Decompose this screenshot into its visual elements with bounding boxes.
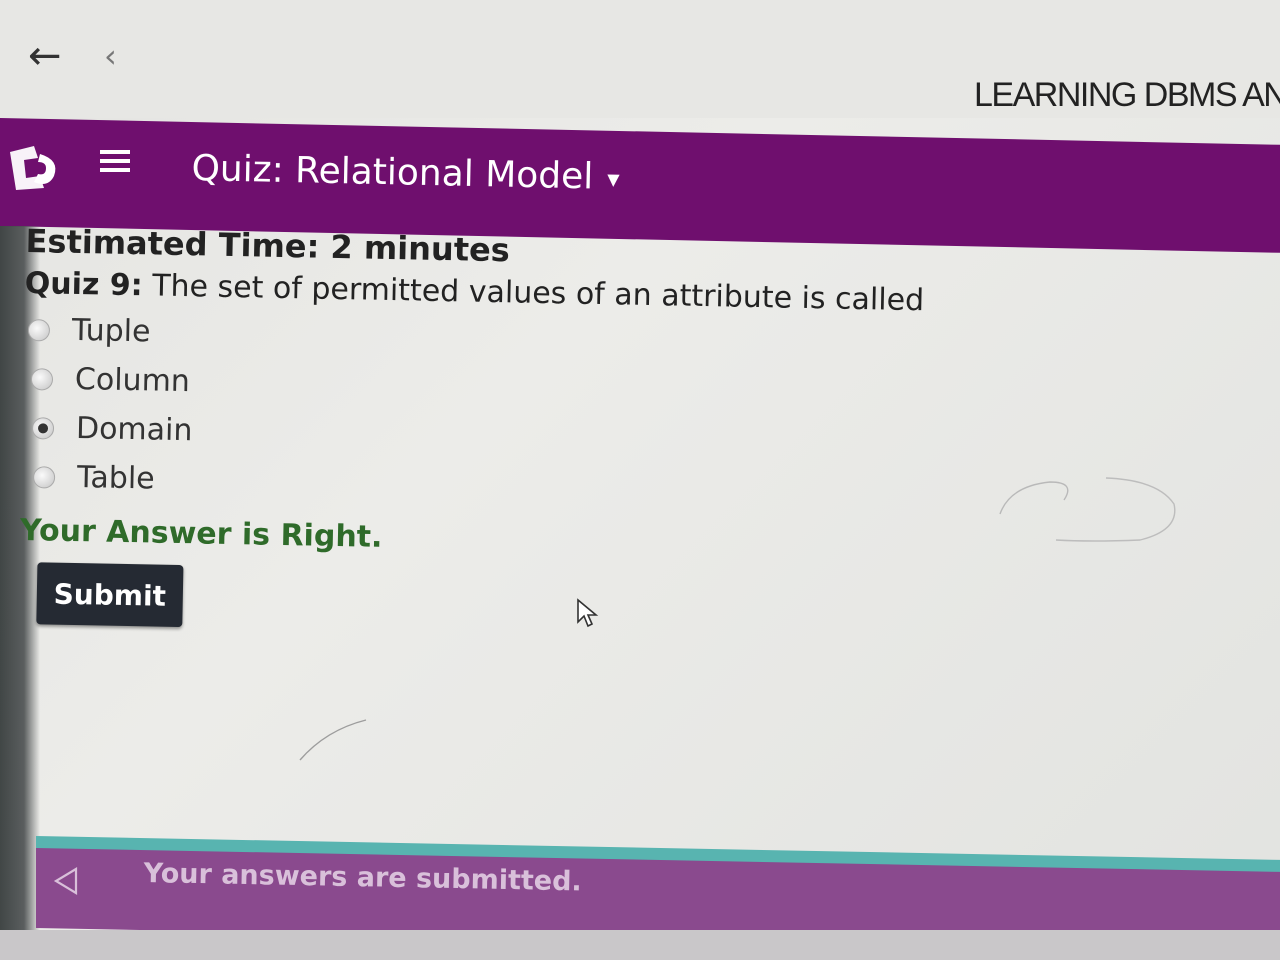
radio-button[interactable]: [32, 465, 56, 489]
caret-down-icon: ▼: [607, 169, 620, 189]
answer-options: Tuple Column Domain Table: [21, 305, 924, 518]
quiz-content: Estimated Time: 2 minutes Quiz 9: The se…: [18, 222, 925, 641]
brand-logo-icon[interactable]: [4, 138, 62, 194]
pen-mark-on-screen: [299, 719, 367, 761]
site-title: LEARNING DBMS AND: [974, 76, 1280, 114]
chevron-left-icon[interactable]: ‹: [104, 40, 117, 72]
quiz-title: Quiz: Relational Model: [191, 148, 594, 198]
screen: ← ‹ LEARNING DBMS AND Quiz: Relational M…: [0, 0, 1280, 960]
option-label: Tuple: [71, 312, 151, 350]
hamburger-menu-icon[interactable]: [100, 150, 130, 176]
triangle-left-icon[interactable]: [52, 866, 80, 896]
pen-marks-on-screen: [999, 477, 1176, 542]
arrow-left-icon[interactable]: ←: [28, 36, 62, 76]
mouse-cursor-icon: [577, 598, 599, 628]
radio-button[interactable]: [30, 367, 54, 391]
option-label: Table: [76, 460, 156, 497]
result-message: Your Answer is Right.: [19, 512, 383, 555]
radio-button[interactable]: [27, 318, 51, 341]
screen-bottom-edge: [0, 930, 1280, 960]
option-label: Domain: [75, 411, 193, 449]
question-number: Quiz 9:: [24, 265, 144, 304]
submit-button[interactable]: Submit: [36, 562, 184, 628]
option-label: Column: [74, 361, 191, 400]
radio-button-selected[interactable]: [31, 416, 55, 440]
